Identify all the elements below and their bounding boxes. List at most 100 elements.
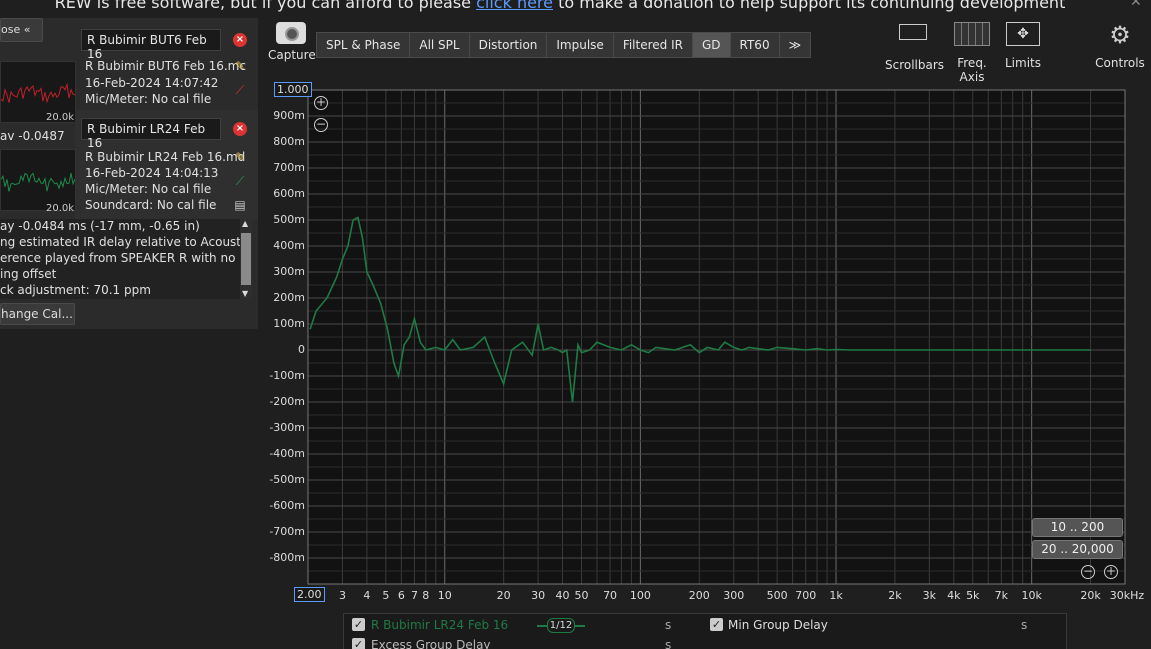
- soundcard-cal-icon[interactable]: ▤: [233, 198, 247, 212]
- measurement-date: 16-Feb-2024 14:04:13: [85, 166, 219, 180]
- scrollbars-label: Scrollbars: [885, 58, 945, 72]
- info-line: ing offset: [0, 267, 57, 281]
- smoothing-indicator[interactable]: 1/12: [537, 618, 585, 634]
- freq-axis-button[interactable]: Freq. Axis: [944, 22, 1000, 84]
- measurement-mic: Mic/Meter: No cal file: [85, 92, 212, 106]
- banner-text-after: to make a donation to help support its c…: [553, 0, 1066, 12]
- y-tick-label: 700m: [273, 161, 305, 174]
- camera-icon: [275, 22, 306, 44]
- edit-notes-icon[interactable]: ✎: [233, 150, 247, 164]
- thumbnail-freq-label: 20.0k: [46, 112, 75, 123]
- donation-banner: REW is free software, but if you can aff…: [0, 0, 1120, 13]
- min-gd-label: Min Group Delay: [728, 618, 828, 632]
- scroll-down-icon[interactable]: ▼: [242, 289, 248, 298]
- info-line: erence played from SPEAKER R with no: [0, 251, 236, 265]
- remove-measurement-icon[interactable]: ×: [233, 122, 247, 136]
- capture-button[interactable]: Capture: [268, 22, 316, 68]
- y-tick-label: 500m: [273, 213, 305, 226]
- y-tick-label: -300m: [269, 421, 305, 434]
- tab-distortion[interactable]: Distortion: [469, 32, 548, 58]
- y-tick-label: 100m: [273, 317, 305, 330]
- x-tick-label: 300: [723, 589, 745, 602]
- tab-spl-phase[interactable]: SPL & Phase: [316, 32, 411, 58]
- info-scrollbar[interactable]: ▲ ▼: [240, 219, 252, 299]
- controls-button[interactable]: ⚙ Controls: [1095, 22, 1145, 70]
- min-gd-checkbox[interactable]: ✓: [710, 618, 723, 631]
- limits-label: Limits: [1005, 56, 1041, 70]
- scroll-up-icon[interactable]: ▲: [242, 219, 248, 228]
- thumbnail-trace: [1, 172, 75, 192]
- mic-cal-icon[interactable]: ⟋: [233, 83, 247, 97]
- x-tick-label: 100: [629, 589, 651, 602]
- collapse-button[interactable]: ose «: [0, 18, 43, 42]
- info-line: ng estimated IR delay relative to Acoust…: [0, 235, 251, 249]
- controls-label: Controls: [1095, 56, 1145, 70]
- info-line: ck adjustment: 70.1 ppm: [0, 283, 151, 297]
- y-max-input[interactable]: 1.000: [274, 82, 312, 97]
- plot-grid: [307, 89, 1126, 585]
- measurement-extra: av -0.0487: [0, 129, 65, 143]
- limits-icon: ✥: [1006, 22, 1040, 46]
- measurement-soundcard: Soundcard: No cal file: [85, 198, 217, 212]
- zoom-in-x-icon[interactable]: +: [1104, 565, 1118, 579]
- y-tick-label: 900m: [273, 109, 305, 122]
- thumbnail-freq-label: 20.0k: [46, 203, 75, 214]
- x-tick-label: 20k: [1080, 589, 1101, 602]
- graph-tabs: SPL & Phase All SPL Distortion Impulse F…: [316, 32, 812, 58]
- limits-button[interactable]: ✥ Limits: [1002, 22, 1044, 70]
- min-gd-unit: s: [1021, 618, 1028, 632]
- x-tick-label: 30kHz: [1109, 589, 1145, 602]
- measurement-mic: Mic/Meter: No cal file: [85, 182, 212, 196]
- scrollbars-icon: [899, 24, 927, 40]
- measurement-name-input[interactable]: R Bubimir LR24 Feb 16: [81, 118, 221, 150]
- smoothing-value: 1/12: [547, 618, 575, 633]
- y-tick-label: 400m: [273, 239, 305, 252]
- x-min-input[interactable]: 2.00: [294, 587, 325, 602]
- tab-impulse[interactable]: Impulse: [547, 32, 614, 58]
- excess-gd-unit: s: [665, 638, 672, 649]
- y-tick-label: -400m: [269, 447, 305, 460]
- zoom-in-y-icon[interactable]: +: [314, 96, 328, 110]
- plot-border: [307, 89, 1126, 585]
- tab-all-spl[interactable]: All SPL: [410, 32, 470, 58]
- trace-label: R Bubimir LR24 Feb 16: [371, 618, 509, 632]
- measurement-file: R Bubimir LR24 Feb 16.md: [85, 150, 246, 164]
- measurement-file: R Bubimir BUT6 Feb 16.mc: [85, 59, 246, 73]
- y-tick-label: -600m: [269, 499, 305, 512]
- scrollbars-button[interactable]: Scrollbars: [885, 22, 945, 72]
- freq-axis-label: Freq. Axis: [957, 56, 987, 84]
- y-tick-label: -100m: [269, 369, 305, 382]
- tab-filtered-ir[interactable]: Filtered IR: [613, 32, 693, 58]
- edit-notes-icon[interactable]: ✎: [233, 59, 247, 73]
- tab-rt60[interactable]: RT60: [730, 32, 780, 58]
- change-cal-button[interactable]: hange Cal...: [0, 303, 75, 325]
- scrollbar-thumb[interactable]: [241, 233, 251, 285]
- zoom-out-x-icon[interactable]: −: [1081, 565, 1095, 579]
- range-20-20000-button[interactable]: 20 .. 20,000: [1032, 540, 1123, 559]
- measurement-name-input[interactable]: R Bubimir BUT6 Feb 16: [81, 29, 221, 61]
- excess-gd-checkbox[interactable]: ✓: [352, 638, 365, 649]
- range-10-200-button[interactable]: 10 .. 200: [1032, 518, 1123, 537]
- plot-area: [308, 90, 1125, 584]
- measurement-thumbnail[interactable]: [0, 149, 76, 211]
- trace-checkbox[interactable]: ✓: [352, 618, 365, 631]
- freq-axis-icon: [954, 22, 990, 46]
- double-chevron-left-icon: «: [23, 23, 31, 36]
- gear-icon: ⚙: [1109, 21, 1131, 49]
- excess-gd-label: Excess Group Delay: [371, 638, 491, 649]
- x-tick-label: 10: [437, 589, 452, 602]
- donation-link[interactable]: click here: [476, 0, 553, 12]
- banner-close-icon[interactable]: ✕: [1130, 0, 1142, 10]
- banner-text-before: REW is free software, but if you can aff…: [54, 0, 477, 12]
- measurements-panel: ose « R Bubimir BUT6 Feb 16 × 20.0k R Bu…: [0, 18, 258, 329]
- y-tick-label: 0: [298, 343, 305, 356]
- tab-gd[interactable]: GD: [692, 32, 731, 58]
- zoom-out-y-icon[interactable]: −: [314, 118, 328, 132]
- y-tick-label: 600m: [273, 187, 305, 200]
- capture-label: Capture: [268, 48, 316, 62]
- remove-measurement-icon[interactable]: ×: [233, 33, 247, 47]
- more-tabs-button[interactable]: ≫: [779, 32, 812, 58]
- y-tick-label: -500m: [269, 473, 305, 486]
- series-layer: [309, 216, 1091, 403]
- mic-cal-icon[interactable]: ⟋: [233, 174, 247, 188]
